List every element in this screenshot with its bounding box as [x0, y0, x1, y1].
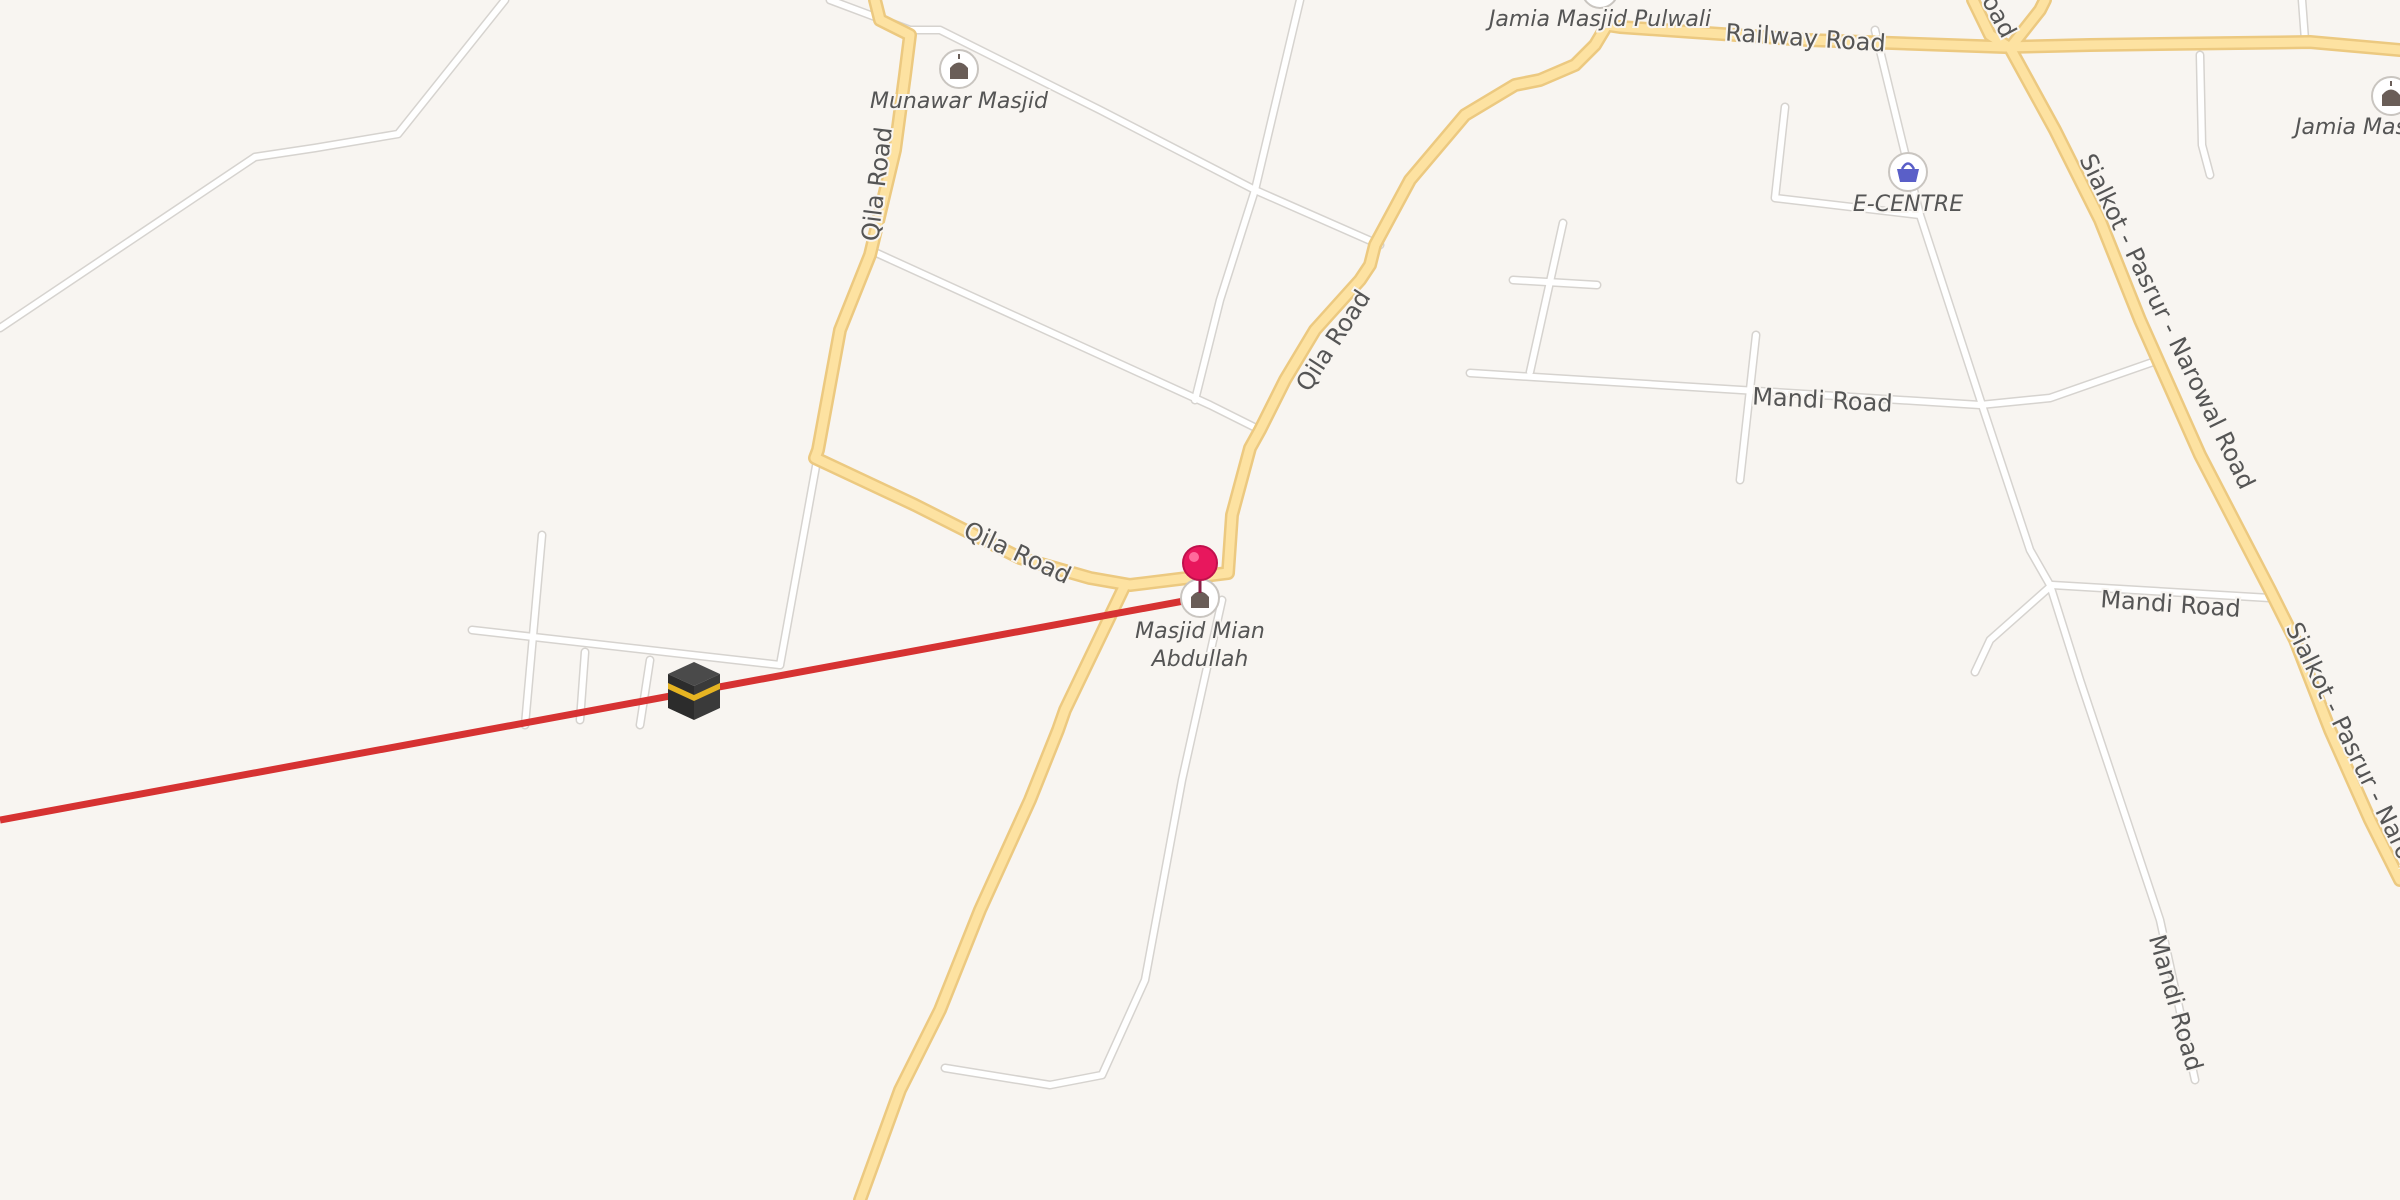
map-canvas[interactable]: Qila Road Qila Road Qila Road Railway Ro… — [0, 0, 2400, 1200]
poi-label-jamia-mas: Jamia Mas — [2291, 115, 2400, 140]
poi-label-e-centre: E-CENTRE — [1853, 192, 1963, 217]
poi-label-jamia-masjid-pulwali: Jamia Masjid Pulwali — [1485, 7, 1711, 32]
kaaba-icon[interactable] — [668, 662, 720, 720]
mosque-icon — [2371, 76, 2400, 116]
shopping-basket-icon — [1888, 152, 1928, 192]
mosque-icon — [939, 49, 979, 89]
poi-label-masjid-mian-abdullah-line1: Masjid Mian — [1135, 619, 1265, 644]
poi-label-masjid-mian-abdullah-line2: Abdullah — [1150, 647, 1249, 672]
poi-label-munawar-masjid: Munawar Masjid — [870, 89, 1049, 114]
